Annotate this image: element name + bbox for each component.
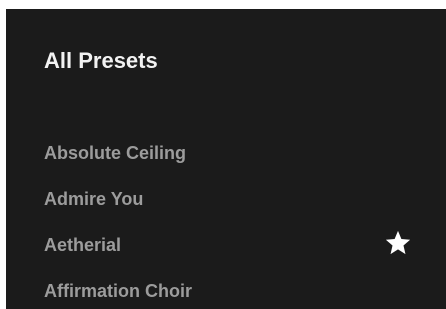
preset-label: Aetherial <box>44 235 122 255</box>
panel-title: All Presets <box>44 48 158 73</box>
preset-list: Absolute Ceiling Admire You Aetherial Af… <box>6 135 446 309</box>
preset-item-admire-you[interactable]: Admire You <box>6 181 446 227</box>
preset-item-absolute-ceiling[interactable]: Absolute Ceiling <box>6 135 446 181</box>
preset-item-affirmation-choir[interactable]: Affirmation Choir <box>6 273 446 309</box>
preset-item-aetherial[interactable]: Aetherial <box>6 227 446 273</box>
star-icon-glyph <box>385 230 411 255</box>
preset-label: Admire You <box>44 189 144 209</box>
presets-panel: All Presets Absolute Ceiling Admire You … <box>6 9 446 309</box>
preset-label: Affirmation Choir <box>44 281 192 301</box>
star-icon[interactable] <box>384 229 412 257</box>
preset-label: Absolute Ceiling <box>44 143 187 163</box>
